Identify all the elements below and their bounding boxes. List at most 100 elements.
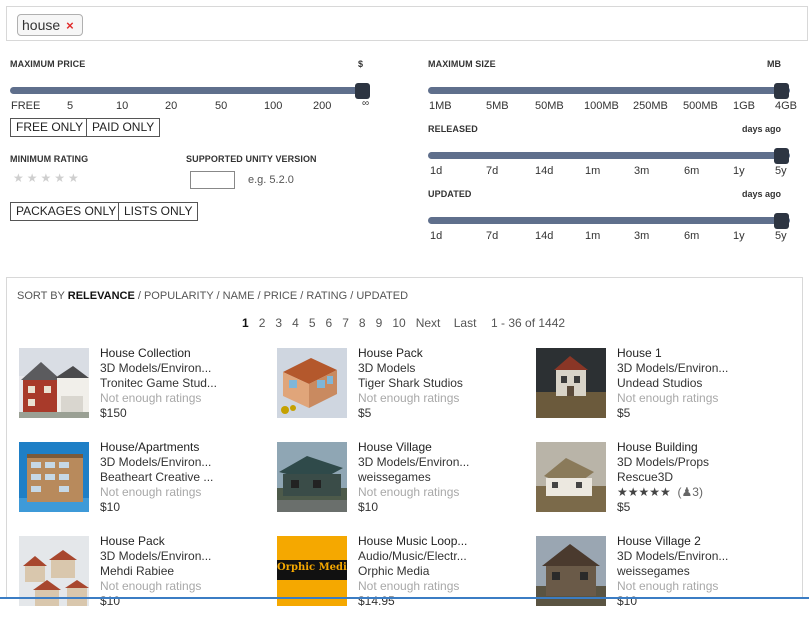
page-link[interactable]: 8: [359, 316, 366, 330]
updated-slider-track[interactable]: [428, 217, 790, 224]
item-publisher[interactable]: Orphic Media: [358, 564, 518, 579]
released-tick: 5y: [775, 165, 787, 177]
page-link[interactable]: 4: [292, 316, 299, 330]
packages-only-button[interactable]: PACKAGES ONLY: [10, 202, 123, 221]
page-link-current[interactable]: 1: [242, 316, 249, 330]
sort-prefix: SORT BY: [17, 290, 65, 302]
sort-option-relevance[interactable]: RELEVANCE: [68, 290, 135, 302]
item-title[interactable]: House Music Loop...: [358, 534, 518, 549]
search-bar[interactable]: house ×: [6, 6, 808, 41]
item-title[interactable]: House Village: [358, 440, 518, 455]
item-thumbnail[interactable]: [19, 442, 89, 512]
unity-version-input[interactable]: [190, 171, 235, 189]
last-page-link[interactable]: Last: [454, 316, 477, 330]
item-rating: Not enough ratings: [617, 579, 719, 593]
item-category[interactable]: 3D Models/Environ...: [358, 455, 518, 470]
item-publisher[interactable]: Tronitec Game Stud...: [100, 376, 260, 391]
sort-option-popularity[interactable]: POPULARITY: [144, 290, 214, 302]
released-tick: 1y: [733, 165, 745, 177]
size-tick: 500MB: [683, 100, 718, 112]
page-link[interactable]: 9: [376, 316, 383, 330]
max-price-slider-handle[interactable]: [355, 83, 370, 99]
item-thumbnail[interactable]: [536, 348, 606, 418]
result-item[interactable]: House 1 3D Models/Environ... Undead Stud…: [536, 346, 786, 430]
size-tick: 250MB: [633, 100, 668, 112]
updated-slider-handle[interactable]: [774, 213, 789, 229]
item-publisher[interactable]: weissegames: [358, 470, 518, 485]
result-item[interactable]: House Pack 3D Models Tiger Shark Studios…: [277, 346, 527, 430]
results-panel: SORT BY RELEVANCE / POPULARITY / NAME / …: [6, 277, 803, 608]
results-range: 1 - 36 of 1442: [491, 316, 566, 330]
item-category[interactable]: 3D Models/Environ...: [617, 361, 777, 376]
search-tag-label: house: [22, 17, 61, 33]
max-price-slider-track[interactable]: [10, 87, 370, 94]
unity-version-hint: e.g. 5.2.0: [248, 174, 294, 186]
sort-separator: /: [213, 290, 223, 302]
item-category[interactable]: Audio/Music/Electr...: [358, 549, 518, 564]
remove-tag-icon[interactable]: ×: [66, 18, 74, 33]
item-publisher[interactable]: weissegames: [617, 564, 777, 579]
free-only-button[interactable]: FREE ONLY: [10, 118, 90, 137]
size-tick: 1MB: [429, 100, 452, 112]
max-size-slider-handle[interactable]: [774, 83, 789, 99]
result-item[interactable]: House Building 3D Models/Props Rescue3D …: [536, 440, 786, 524]
item-publisher[interactable]: Rescue3D: [617, 470, 777, 485]
item-rating: Not enough ratings: [100, 391, 202, 405]
item-category[interactable]: 3D Models/Environ...: [617, 549, 777, 564]
item-title[interactable]: House Collection: [100, 346, 260, 361]
item-category[interactable]: 3D Models/Environ...: [100, 361, 260, 376]
item-publisher[interactable]: Undead Studios: [617, 376, 777, 391]
item-rating: Not enough ratings: [358, 485, 460, 499]
page-link[interactable]: 3: [275, 316, 282, 330]
result-item[interactable]: House Village 2 3D Models/Environ... wei…: [536, 534, 786, 618]
item-title[interactable]: House/Apartments: [100, 440, 260, 455]
released-tick: 1d: [430, 165, 443, 177]
item-title[interactable]: House Village 2: [617, 534, 777, 549]
item-publisher[interactable]: Tiger Shark Studios: [358, 376, 518, 391]
sort-option-name[interactable]: NAME: [223, 290, 255, 302]
item-title[interactable]: House 1: [617, 346, 777, 361]
next-page-link[interactable]: Next: [416, 316, 441, 330]
item-category[interactable]: 3D Models: [358, 361, 518, 376]
item-thumbnail[interactable]: [277, 442, 347, 512]
sort-option-rating[interactable]: RATING: [306, 290, 347, 302]
updated-tick: 5y: [775, 230, 787, 242]
released-tick: 14d: [535, 165, 554, 177]
item-title[interactable]: House Pack: [358, 346, 518, 361]
item-thumbnail[interactable]: [19, 348, 89, 418]
result-item[interactable]: Orphic Media House Music Loop... Audio/M…: [277, 534, 527, 618]
released-slider-track[interactable]: [428, 152, 790, 159]
pagination: 1 2 3 4 5 6 7 8 9 10 Next Last: [242, 316, 476, 330]
sort-option-updated[interactable]: UPDATED: [356, 290, 408, 302]
min-rating-label: MINIMUM RATING: [10, 154, 89, 164]
page-link[interactable]: 10: [392, 316, 405, 330]
min-rating-stars[interactable]: ★★★★★: [13, 171, 82, 185]
item-thumbnail[interactable]: [536, 536, 606, 606]
item-title[interactable]: House Pack: [100, 534, 260, 549]
item-thumbnail[interactable]: [536, 442, 606, 512]
item-title[interactable]: House Building: [617, 440, 777, 455]
item-publisher[interactable]: Beatheart Creative ...: [100, 470, 260, 485]
result-item[interactable]: House Collection 3D Models/Environ... Tr…: [19, 346, 269, 430]
page-link[interactable]: 7: [342, 316, 349, 330]
released-slider-handle[interactable]: [774, 148, 789, 164]
lists-only-button[interactable]: LISTS ONLY: [118, 202, 199, 221]
sort-option-price[interactable]: PRICE: [264, 290, 298, 302]
item-category[interactable]: 3D Models/Props: [617, 455, 777, 470]
item-publisher[interactable]: Mehdi Rabiee: [100, 564, 260, 579]
search-tag[interactable]: house ×: [17, 14, 83, 36]
result-item[interactable]: House Village 3D Models/Environ... weiss…: [277, 440, 527, 524]
page-link[interactable]: 2: [259, 316, 266, 330]
item-category[interactable]: 3D Models/Environ...: [100, 455, 260, 470]
item-thumbnail[interactable]: Orphic Media: [277, 536, 347, 606]
result-item[interactable]: House Pack 3D Models/Environ... Mehdi Ra…: [19, 534, 269, 618]
max-size-slider-track[interactable]: [428, 87, 790, 94]
item-thumbnail[interactable]: [277, 348, 347, 418]
result-item[interactable]: House/Apartments 3D Models/Environ... Be…: [19, 440, 269, 524]
page-link[interactable]: 5: [309, 316, 316, 330]
item-category[interactable]: 3D Models/Environ...: [100, 549, 260, 564]
page-link[interactable]: 6: [326, 316, 333, 330]
updated-tick: 1m: [585, 230, 601, 242]
item-thumbnail[interactable]: [19, 536, 89, 606]
paid-only-button[interactable]: PAID ONLY: [86, 118, 161, 137]
